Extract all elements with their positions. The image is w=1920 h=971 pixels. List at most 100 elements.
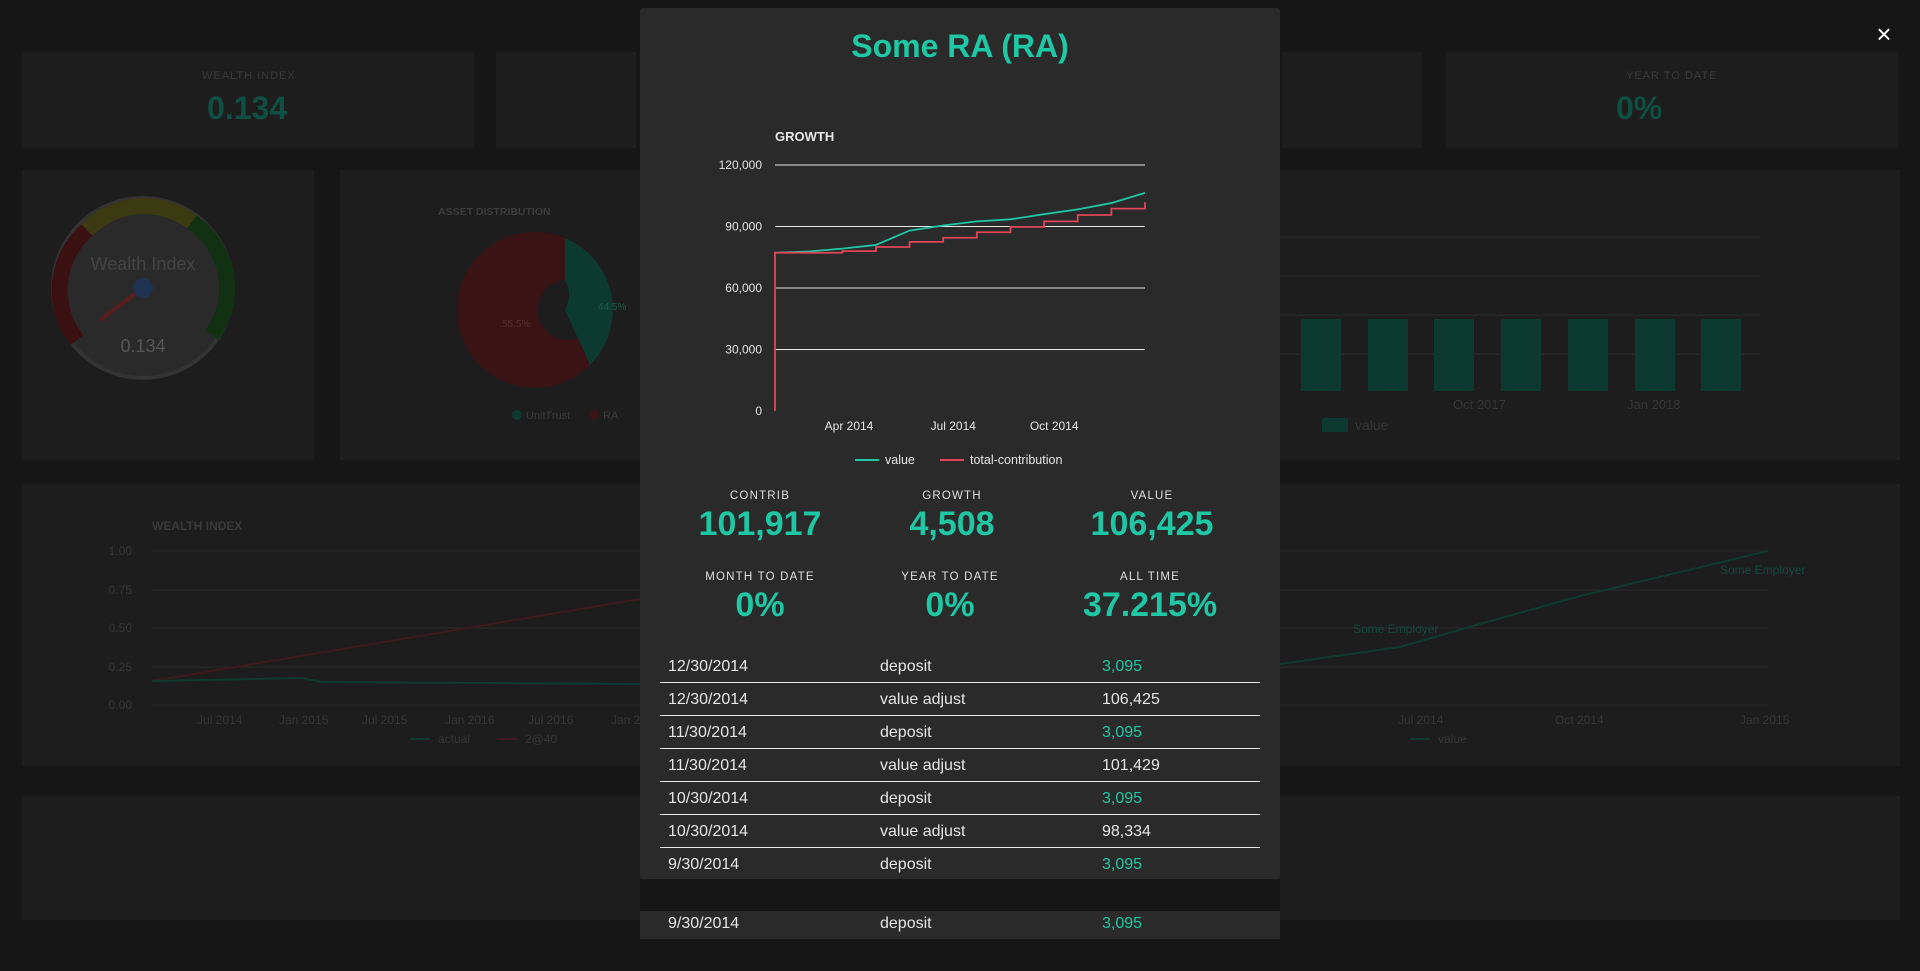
tx-date: 10/30/2014 xyxy=(668,823,749,840)
svg-text:Jul 2016: Jul 2016 xyxy=(528,713,574,727)
bar-legend: value xyxy=(1355,417,1389,433)
tx-amount: 3,095 xyxy=(1102,856,1143,873)
legend-ra: RA xyxy=(603,410,619,422)
asset-distribution-card: ASSET DISTRIBUTION 55.5% 44.5% UnitTrust… xyxy=(340,170,640,460)
donut-label-ra: 55.5% xyxy=(502,319,530,330)
donut-label-unittrust: 44.5% xyxy=(598,302,626,313)
gauge-label: Wealth Index xyxy=(91,254,196,274)
series-line-total-contribution xyxy=(774,202,1146,411)
stat-label: GROWTH xyxy=(922,490,982,502)
tx-date: 12/30/2014 xyxy=(668,658,749,675)
table-row[interactable]: 11/30/2014 value adjust 101,429 xyxy=(660,749,1260,782)
svg-text:Jan 2016: Jan 2016 xyxy=(445,713,495,727)
stat-label: VALUE xyxy=(1130,490,1174,502)
right-line-chart: Some Employer Some Employer Jul 2014 Oct… xyxy=(1279,550,1805,746)
y-tick-label: 30,000 xyxy=(725,343,762,357)
stat-card xyxy=(1282,52,1422,148)
svg-text:0.50: 0.50 xyxy=(109,621,133,635)
y-tick-label: 120,000 xyxy=(719,158,763,172)
x-tick-label: Oct 2014 xyxy=(1030,419,1079,433)
series-line-value xyxy=(774,191,1146,254)
tx-date: 9/30/2014 xyxy=(668,915,740,932)
tx-type: deposit xyxy=(880,915,932,932)
x-tick-label: Apr 2014 xyxy=(825,419,874,433)
table-row[interactable]: 11/30/2014 deposit 3,095 xyxy=(660,716,1260,749)
tx-type: value adjust xyxy=(880,691,966,708)
tx-amount: 101,429 xyxy=(1102,757,1160,774)
year-to-date-card: YEAR TO DATE 0% xyxy=(1446,52,1898,148)
tx-date: 12/30/2014 xyxy=(668,691,749,708)
stat-value: 106,425 xyxy=(1090,505,1214,543)
legend-label: value xyxy=(885,453,915,467)
wealth-index-value: 0.134 xyxy=(207,90,288,126)
stat-value: 0% xyxy=(925,586,975,624)
wealth-index-chart: WEALTH INDEX 1.00 0.75 0.50 0.25 0.00 Ju… xyxy=(109,519,641,746)
stat-contrib: CONTRIB 101,917 xyxy=(665,490,855,544)
year-to-date-value: 0% xyxy=(1616,90,1663,126)
stat-value-total: VALUE 106,425 xyxy=(1057,490,1247,544)
tx-amount: 3,095 xyxy=(1102,724,1143,741)
account-modal: Some RA (RA) GROWTH 120,000 90,000 60,000 3… xyxy=(640,8,1280,879)
wealth-index-chart-title: WEALTH INDEX xyxy=(152,519,242,533)
tx-amount: 106,425 xyxy=(1102,691,1160,708)
tx-type: value adjust xyxy=(880,823,966,840)
y-tick-label: 60,000 xyxy=(725,281,762,295)
tx-amount: 3,095 xyxy=(1102,790,1143,807)
stat-month-to-date: MONTH TO DATE 0% xyxy=(665,571,855,625)
table-row[interactable]: 10/30/2014 value adjust 98,334 xyxy=(660,815,1260,848)
gauge-card: Wealth Index 0.134 xyxy=(22,170,314,460)
svg-text:value: value xyxy=(1438,732,1467,746)
svg-text:Jul 2015: Jul 2015 xyxy=(362,713,408,727)
svg-text:Some Employer: Some Employer xyxy=(1353,622,1438,636)
svg-text:Oct 2014: Oct 2014 xyxy=(1555,713,1604,727)
wealth-index-chart-card: WEALTH INDEX 1.00 0.75 0.50 0.25 0.00 Ju… xyxy=(22,484,641,766)
tx-type: deposit xyxy=(880,856,932,873)
y-tick-label: 0 xyxy=(755,404,762,418)
tx-date: 9/30/2014 xyxy=(668,856,740,873)
y-tick-label: 90,000 xyxy=(725,220,762,234)
stat-value: 37.215% xyxy=(1082,586,1218,624)
svg-text:Jan 2: Jan 2 xyxy=(611,713,640,727)
stat-growth: GROWTH 4,508 xyxy=(857,490,1047,544)
svg-text:2@40: 2@40 xyxy=(525,732,558,746)
table-row[interactable]: 12/30/2014 value adjust 106,425 xyxy=(660,683,1260,716)
wealth-index-label: WEALTH INDEX xyxy=(202,70,296,82)
svg-text:1.00: 1.00 xyxy=(109,544,133,558)
legend-unittrust: UnitTrust xyxy=(526,410,570,422)
gauge-chart: Wealth Index 0.134 xyxy=(51,196,236,380)
stat-value: 4,508 xyxy=(909,505,995,543)
tx-date: 11/30/2014 xyxy=(668,724,747,741)
bar-xtick: Oct 2017 xyxy=(1453,397,1506,412)
svg-text:Jul 2014: Jul 2014 xyxy=(1398,713,1444,727)
tx-type: value adjust xyxy=(880,757,966,774)
stat-value: 101,917 xyxy=(698,505,822,543)
legend-label: total-contribution xyxy=(970,453,1062,467)
stat-label: MONTH TO DATE xyxy=(705,571,815,583)
table-row[interactable]: 10/30/2014 deposit 3,095 xyxy=(660,782,1260,815)
right-line-chart-card: Some Employer Some Employer Jul 2014 Oct… xyxy=(1279,484,1900,766)
close-icon[interactable]: × xyxy=(1870,20,1898,48)
bar-xtick: Jan 2018 xyxy=(1627,397,1681,412)
tx-amount: 98,334 xyxy=(1102,823,1151,840)
stat-year-to-date: YEAR TO DATE 0% xyxy=(855,571,1045,625)
growth-chart: 120,000 90,000 60,000 30,000 0 Apr 2014 Jul 20… xyxy=(719,158,1146,467)
svg-text:0.25: 0.25 xyxy=(109,660,133,674)
svg-text:actual: actual xyxy=(438,732,470,746)
svg-text:0.75: 0.75 xyxy=(109,583,133,597)
tx-amount: 3,095 xyxy=(1102,915,1143,932)
transactions-table: 12/30/2014 deposit 3,095 12/30/2014 value ad… xyxy=(660,650,1260,879)
stat-card xyxy=(496,52,636,148)
wealth-index-card: WEALTH INDEX 0.134 xyxy=(22,52,474,148)
table-row[interactable]: 9/30/2014 deposit 3,095 xyxy=(640,911,1280,939)
tx-type: deposit xyxy=(880,658,932,675)
table-row[interactable]: 9/30/2014 deposit 3,095 xyxy=(660,848,1260,879)
svg-text:Jan 2015: Jan 2015 xyxy=(1740,713,1790,727)
stat-label: ALL TIME xyxy=(1119,571,1181,583)
modal-scroll-gap xyxy=(640,879,1280,911)
table-row[interactable]: 12/30/2014 deposit 3,095 xyxy=(660,650,1260,683)
tx-type: deposit xyxy=(880,790,932,807)
bar-chart-card: Oct 2017 Jan 2018 value xyxy=(1280,170,1900,460)
svg-text:0.00: 0.00 xyxy=(109,698,133,712)
stat-all-time: ALL TIME 37.215% xyxy=(1055,571,1245,625)
gauge-value: 0.134 xyxy=(120,336,165,356)
